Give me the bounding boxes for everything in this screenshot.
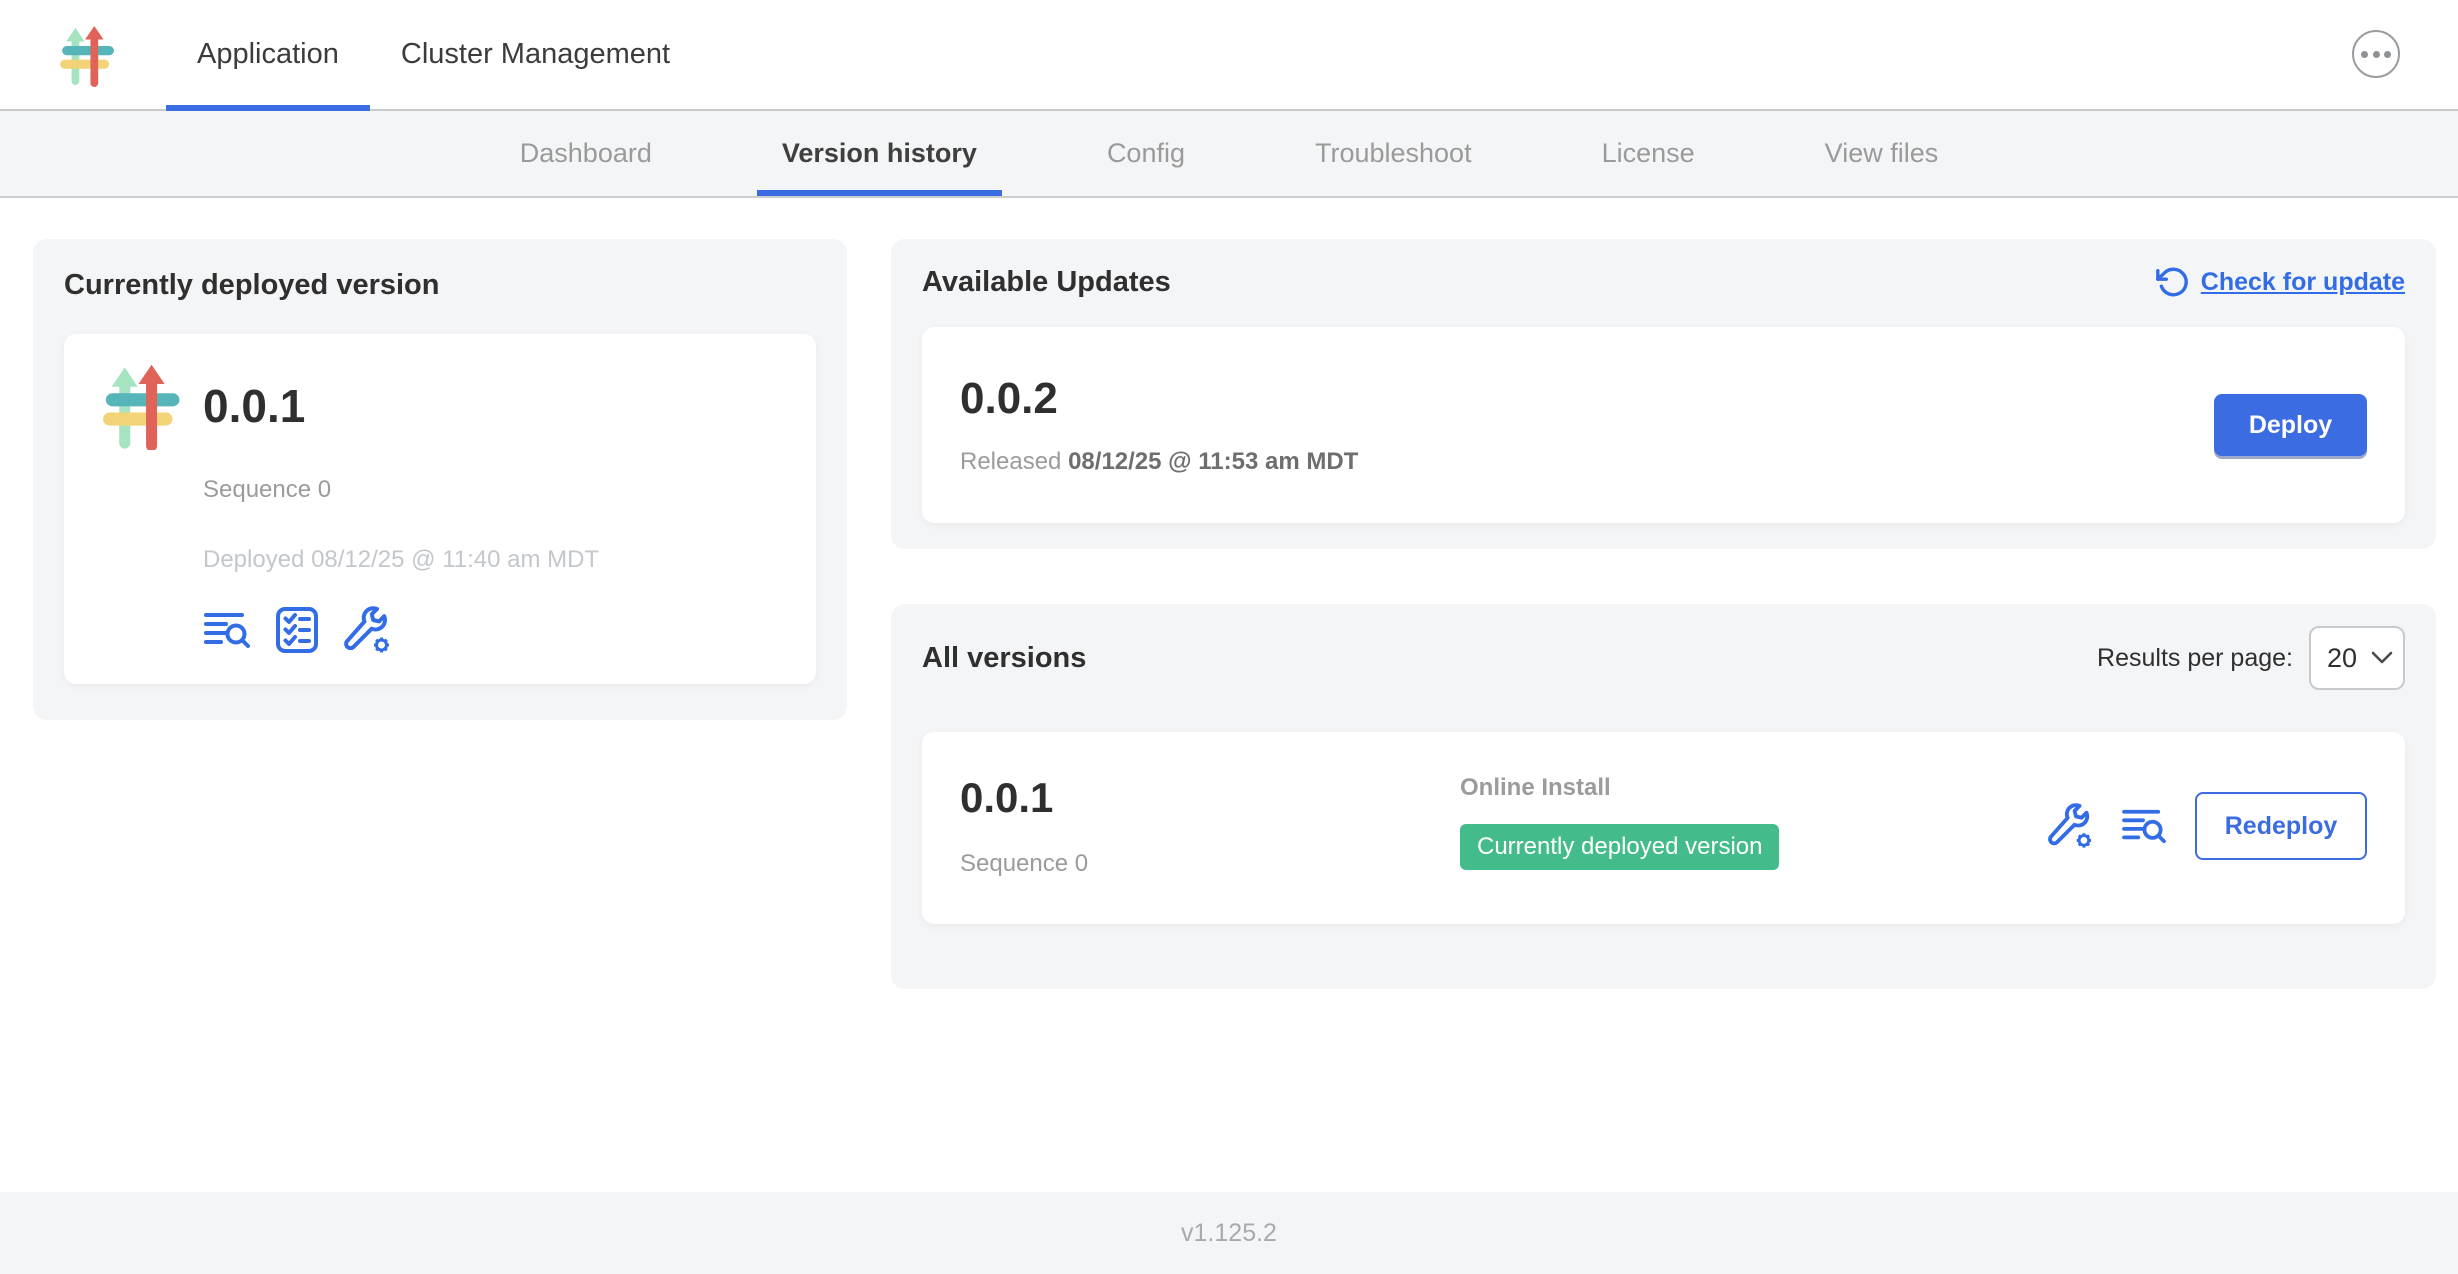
deployed-version-card: 0.0.1 Sequence 0 Deployed 08/12/25 @ 11:… [64, 334, 816, 684]
tab-license[interactable]: License [1602, 111, 1695, 196]
currently-deployed-title: Currently deployed version [64, 269, 816, 302]
currently-deployed-badge: Currently deployed version [1460, 824, 1779, 870]
check-for-update-link[interactable]: Check for update [2155, 265, 2405, 299]
tab-troubleshoot[interactable]: Troubleshoot [1315, 111, 1472, 196]
results-per-page-select[interactable]: 20 [2309, 626, 2405, 690]
app-header: Application Cluster Management [0, 0, 2458, 111]
row-version-number: 0.0.1 [960, 774, 1460, 822]
tab-view-files[interactable]: View files [1825, 111, 1939, 196]
app-subnav: Dashboard Version history Config Trouble… [0, 111, 2458, 198]
app-logo [58, 0, 120, 109]
app-footer: v1.125.2 [0, 1192, 2458, 1274]
row-sequence: Sequence 0 [960, 850, 1460, 878]
version-row: 0.0.1 Sequence 0 Online Install Currentl… [922, 732, 2405, 924]
row-install-type: Online Install [1460, 774, 1779, 802]
app-version-logo-icon [100, 362, 188, 450]
ellipsis-menu-button[interactable] [2352, 30, 2400, 78]
update-released-timestamp: Released 08/12/25 @ 11:53 am MDT [960, 448, 1358, 476]
release-notes-icon[interactable] [203, 610, 251, 650]
tab-config[interactable]: Config [1107, 111, 1185, 196]
edit-config-icon[interactable] [2047, 803, 2093, 849]
tab-cluster-management[interactable]: Cluster Management [370, 0, 701, 109]
deployed-version-number: 0.0.1 [203, 379, 780, 433]
arrows-logo-icon [58, 15, 120, 95]
available-updates-title: Available Updates [922, 266, 1171, 299]
deployed-action-icons [203, 606, 780, 654]
tab-dashboard[interactable]: Dashboard [520, 111, 652, 196]
primary-nav: Application Cluster Management [166, 0, 701, 109]
currently-deployed-panel: Currently deployed version 0.0.1 Sequenc… [33, 239, 847, 720]
release-notes-icon[interactable] [2121, 807, 2167, 845]
right-column: Available Updates Check for update 0.0.2… [891, 239, 2436, 989]
update-card: 0.0.2 Released 08/12/25 @ 11:53 am MDT D… [922, 327, 2405, 523]
preflight-checks-icon[interactable] [275, 606, 319, 654]
refresh-icon [2155, 265, 2189, 299]
deployed-sequence: Sequence 0 [203, 476, 780, 504]
console-version: v1.125.2 [1181, 1219, 1277, 1248]
deployed-timestamp: Deployed 08/12/25 @ 11:40 am MDT [203, 546, 780, 574]
all-versions-panel: All versions Results per page: 20 0 [891, 604, 2436, 989]
available-updates-panel: Available Updates Check for update 0.0.2… [891, 239, 2436, 549]
all-versions-title: All versions [922, 642, 1086, 675]
results-per-page-label: Results per page: [2097, 644, 2293, 673]
update-version-number: 0.0.2 [960, 374, 1358, 424]
tab-application[interactable]: Application [166, 0, 370, 109]
main-content: Currently deployed version 0.0.1 Sequenc… [0, 198, 2458, 989]
deploy-button[interactable]: Deploy [2214, 394, 2367, 456]
redeploy-button[interactable]: Redeploy [2195, 792, 2367, 860]
ellipsis-icon [2361, 51, 2368, 58]
tab-version-history[interactable]: Version history [782, 111, 977, 196]
edit-config-icon[interactable] [343, 606, 391, 654]
